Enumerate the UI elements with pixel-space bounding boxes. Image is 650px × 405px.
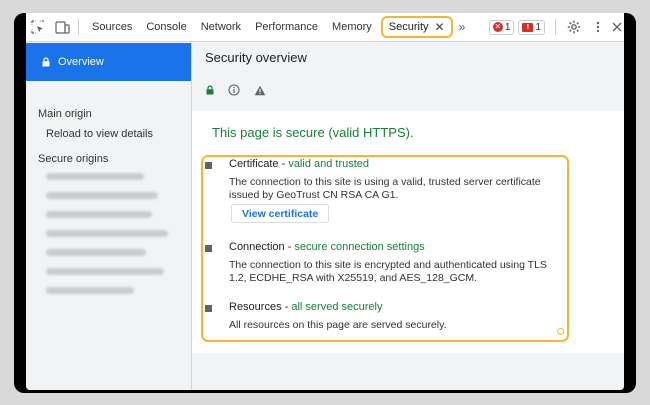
info-icon xyxy=(228,84,240,96)
close-devtools-icon[interactable] xyxy=(610,13,624,42)
tab-security[interactable]: Security ✕ xyxy=(380,16,453,38)
window-frame: Sources Console Network Performance Memo… xyxy=(14,13,636,393)
connection-status: secure connection settings xyxy=(294,241,425,253)
secure-summary: This page is secure (valid HTTPS). xyxy=(212,125,414,140)
resize-handle-icon xyxy=(557,328,564,335)
separator: - xyxy=(278,158,289,170)
warning-triangle-icon xyxy=(254,85,266,95)
tab-console[interactable]: Console xyxy=(139,13,193,42)
more-tabs-icon[interactable]: » xyxy=(455,20,468,34)
warning-counter[interactable]: ! 1 xyxy=(518,19,545,35)
secure-lock-icon xyxy=(206,85,214,95)
connection-title: Connection - secure connection settings xyxy=(229,241,425,253)
devtools-toolbar: Sources Console Network Performance Memo… xyxy=(26,13,624,42)
separator: - xyxy=(281,301,292,313)
resources-bullet xyxy=(205,305,212,312)
security-state-icons xyxy=(206,84,266,96)
certificate-bullet xyxy=(205,162,212,169)
device-toolbar-icon[interactable] xyxy=(50,13,74,42)
tab-network[interactable]: Network xyxy=(194,13,248,42)
inspect-element-icon[interactable] xyxy=(26,13,50,42)
toolbar-separator xyxy=(78,19,79,35)
close-tab-icon[interactable]: ✕ xyxy=(435,20,445,34)
secure-origins-heading: Secure origins xyxy=(38,153,109,165)
certificate-status: valid and trusted xyxy=(288,158,370,170)
certificate-title: Certificate - valid and trusted xyxy=(229,158,369,170)
sidebar-item-label: Overview xyxy=(58,56,104,68)
error-counter[interactable]: ✕ 1 xyxy=(488,19,515,35)
reload-to-view-details[interactable]: Reload to view details xyxy=(46,128,153,140)
separator: - xyxy=(284,241,295,253)
secure-origin-item[interactable] xyxy=(46,287,134,294)
toolbar-right: ✕ 1 ! 1 xyxy=(488,13,624,42)
security-sidebar: Overview Main origin Reload to view deta… xyxy=(26,42,192,390)
main-origin-heading: Main origin xyxy=(38,108,92,120)
tab-performance[interactable]: Performance xyxy=(248,13,325,42)
tab-security-label: Security xyxy=(388,21,429,33)
secure-origin-item[interactable] xyxy=(46,249,146,256)
resources-description: All resources on this page are served se… xyxy=(229,319,447,331)
sidebar-item-overview[interactable]: Overview xyxy=(26,43,191,81)
connection-heading: Connection xyxy=(229,241,285,253)
error-count: 1 xyxy=(504,21,511,33)
certificate-description: The connection to this site is using a v… xyxy=(229,176,541,201)
tab-sources[interactable]: Sources xyxy=(85,13,139,42)
panel-footer-area xyxy=(192,353,624,390)
lock-icon xyxy=(42,57,50,67)
resources-status: all served securely xyxy=(291,301,383,313)
devtools-window: Sources Console Network Performance Memo… xyxy=(26,13,624,390)
security-main-panel: Security overview This page is secure (v… xyxy=(192,42,624,390)
overview-header: Security overview xyxy=(192,42,624,111)
warning-count: 1 xyxy=(535,21,541,33)
resources-title: Resources - all served securely xyxy=(229,301,382,313)
gear-icon[interactable] xyxy=(562,13,586,42)
page-title: Security overview xyxy=(205,50,307,65)
view-certificate-button[interactable]: View certificate xyxy=(231,204,330,223)
resources-heading: Resources xyxy=(229,301,282,313)
secure-origin-item[interactable] xyxy=(46,173,144,180)
tab-memory[interactable]: Memory xyxy=(325,13,379,42)
error-icon: ✕ xyxy=(492,22,503,32)
connection-description: The connection to this site is encrypted… xyxy=(229,259,547,284)
secure-origin-item[interactable] xyxy=(46,211,152,218)
issue-icon: ! xyxy=(522,22,534,32)
certificate-heading: Certificate xyxy=(229,158,279,170)
secure-origin-item[interactable] xyxy=(46,268,164,275)
kebab-menu-icon[interactable] xyxy=(586,13,610,42)
secure-origin-item[interactable] xyxy=(46,192,158,199)
toolbar-separator xyxy=(555,19,556,35)
security-details-highlight: Certificate - valid and trusted The conn… xyxy=(201,155,569,342)
connection-bullet xyxy=(205,245,212,252)
secure-origin-item[interactable] xyxy=(46,230,168,237)
